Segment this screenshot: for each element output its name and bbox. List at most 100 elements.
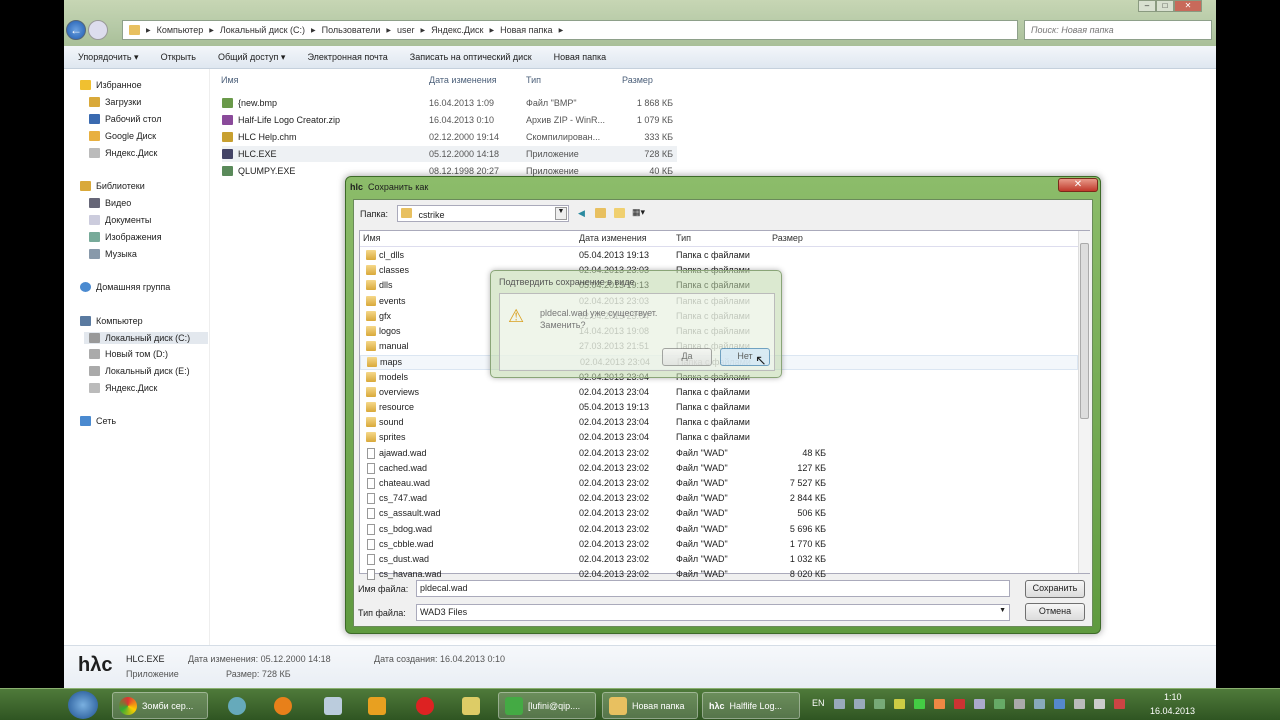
new-folder-button[interactable]: Новая папка bbox=[554, 52, 606, 62]
taskbar-firefox[interactable] bbox=[268, 692, 292, 719]
list-row[interactable]: cs_747.wad 02.04.2013 23:02 Файл "WAD" 2… bbox=[360, 492, 1078, 507]
row-type: Файл "WAD" bbox=[676, 478, 728, 488]
back-icon[interactable]: ◀ bbox=[578, 208, 585, 219]
email-button[interactable]: Электронная почта bbox=[307, 52, 387, 62]
nav-item[interactable]: Изображения bbox=[89, 232, 162, 242]
hlc-icon: hλc bbox=[709, 700, 725, 711]
folder-select[interactable]: cstrike ▼ bbox=[397, 205, 569, 222]
row-size: 506 КБ bbox=[797, 508, 826, 519]
nav-item[interactable]: Документы bbox=[89, 215, 151, 225]
up-folder-icon[interactable] bbox=[595, 208, 606, 218]
vertical-scrollbar[interactable] bbox=[1078, 231, 1090, 573]
nav-item[interactable]: Яндекс.Диск bbox=[89, 383, 157, 393]
organize-button[interactable]: Упорядочить ▾ bbox=[78, 52, 139, 63]
burn-button[interactable]: Записать на оптический диск bbox=[410, 52, 532, 62]
breadcrumb-item[interactable]: Яндекс.Диск bbox=[431, 25, 483, 35]
taskbar-opera[interactable] bbox=[410, 692, 434, 719]
system-tray[interactable] bbox=[834, 699, 1144, 711]
breadcrumb-item[interactable]: user bbox=[397, 25, 415, 35]
start-button[interactable] bbox=[68, 691, 98, 719]
taskbar-explorer[interactable]: Новая папка bbox=[602, 692, 698, 719]
address-bar[interactable]: ▶ Компьютер ▶ Локальный диск (C:) ▶ Пользов… bbox=[122, 20, 1018, 40]
cancel-button[interactable]: Отмена bbox=[1025, 603, 1085, 621]
search-input[interactable]: Поиск: Новая папка bbox=[1024, 20, 1212, 40]
view-menu-icon[interactable]: ▦▾ bbox=[632, 207, 645, 218]
detail-type: Приложение bbox=[126, 669, 179, 679]
list-row[interactable]: overviews 02.04.2013 23:04 Папка с файла… bbox=[360, 386, 1078, 401]
chevron-down-icon[interactable]: ▼ bbox=[555, 207, 567, 220]
taskbar-hlc[interactable]: hλc Halflife Log... bbox=[702, 692, 800, 719]
list-row[interactable]: chateau.wad 02.04.2013 23:02 Файл "WAD" … bbox=[360, 477, 1078, 492]
taskbar-outlook[interactable] bbox=[362, 692, 386, 719]
row-name: events bbox=[379, 295, 406, 306]
nav-item[interactable]: Google Диск bbox=[89, 131, 156, 141]
yes-button[interactable]: Да bbox=[662, 348, 712, 366]
taskbar-chrome[interactable]: Зомби сер... bbox=[112, 692, 208, 719]
taskbar-calculator[interactable] bbox=[318, 692, 342, 719]
nav-item-selected[interactable]: Локальный диск (C:) bbox=[84, 332, 208, 344]
nav-libraries[interactable]: Библиотеки bbox=[80, 181, 145, 191]
nav-item[interactable]: Локальный диск (E:) bbox=[89, 366, 190, 376]
column-type[interactable]: Тип bbox=[676, 233, 691, 243]
forward-button[interactable] bbox=[88, 20, 108, 40]
list-row[interactable]: cs_dust.wad 02.04.2013 23:02 Файл "WAD" … bbox=[360, 553, 1078, 568]
list-row[interactable]: sound 02.04.2013 23:04 Папка с файлами bbox=[360, 416, 1078, 431]
list-row[interactable]: cs_bdog.wad 02.04.2013 23:02 Файл "WAD" … bbox=[360, 523, 1078, 538]
scrollbar-thumb[interactable] bbox=[1080, 243, 1089, 419]
list-row[interactable]: cs_cbble.wad 02.04.2013 23:02 Файл "WAD"… bbox=[360, 538, 1078, 553]
file-row[interactable]: HLC.EXE 05.12.2000 14:18 Приложение 728 … bbox=[222, 146, 677, 162]
taskbar-qip[interactable]: [lufini@qip.... bbox=[498, 692, 596, 719]
nav-item[interactable]: Рабочий стол bbox=[89, 114, 162, 124]
open-button[interactable]: Открыть bbox=[161, 52, 196, 62]
nav-homegroup[interactable]: Домашняя группа bbox=[80, 282, 170, 292]
breadcrumb-item[interactable]: Локальный диск (C:) bbox=[220, 25, 305, 35]
column-date[interactable]: Дата изменения bbox=[579, 233, 647, 243]
clock-time[interactable]: 1:10 bbox=[1164, 692, 1182, 702]
column-type[interactable]: Тип bbox=[526, 75, 541, 85]
save-button[interactable]: Сохранить bbox=[1025, 580, 1085, 598]
close-button[interactable]: ✕ bbox=[1174, 0, 1202, 12]
list-row[interactable]: ajawad.wad 02.04.2013 23:02 Файл "WAD" 4… bbox=[360, 447, 1078, 462]
nav-network[interactable]: Сеть bbox=[80, 416, 116, 426]
nav-item[interactable]: Музыка bbox=[89, 249, 137, 259]
folder-label: Папка: bbox=[360, 209, 388, 219]
nav-item[interactable]: Новый том (D:) bbox=[89, 349, 168, 359]
taskbar-safari[interactable] bbox=[222, 692, 246, 719]
breadcrumb-item[interactable]: Пользователи bbox=[322, 25, 381, 35]
breadcrumb-item[interactable]: Новая папка bbox=[500, 25, 552, 35]
column-size[interactable]: Размер bbox=[772, 233, 803, 243]
column-size[interactable]: Размер bbox=[622, 75, 653, 85]
nav-favorites[interactable]: Избранное bbox=[80, 80, 142, 90]
qip-icon bbox=[505, 696, 523, 715]
new-folder-icon[interactable] bbox=[614, 208, 625, 218]
list-row[interactable]: cached.wad 02.04.2013 23:02 Файл "WAD" 1… bbox=[360, 462, 1078, 477]
file-row[interactable]: Half-Life Logo Creator.zip 16.04.2013 0:… bbox=[222, 112, 677, 128]
column-name[interactable]: Имя bbox=[221, 75, 239, 85]
details-pane: hλc HLC.EXE Приложение Дата изменения: 0… bbox=[64, 645, 1216, 688]
column-date[interactable]: Дата изменения bbox=[429, 75, 497, 85]
file-row[interactable]: HLC Help.chm 02.12.2000 19:14 Скомпилиро… bbox=[222, 129, 677, 145]
nav-item[interactable]: Загрузки bbox=[89, 97, 141, 107]
language-indicator[interactable]: EN bbox=[812, 698, 825, 708]
clock-date[interactable]: 16.04.2013 bbox=[1150, 706, 1195, 716]
taskbar-notes[interactable] bbox=[456, 692, 480, 719]
breadcrumb-item[interactable]: Компьютер bbox=[157, 25, 204, 35]
filetype-select[interactable]: WAD3 Files ▼ bbox=[416, 604, 1010, 621]
list-row[interactable]: sprites 02.04.2013 23:04 Папка с файлами bbox=[360, 431, 1078, 446]
outlook-icon bbox=[368, 696, 386, 715]
file-row[interactable]: {new.bmp 16.04.2013 1:09 Файл "BMP" 1 86… bbox=[222, 95, 677, 111]
nav-item[interactable]: Видео bbox=[89, 198, 131, 208]
list-row[interactable]: cl_dlls 05.04.2013 19:13 Папка с файлами bbox=[360, 249, 1078, 264]
list-row[interactable]: resource 05.04.2013 19:13 Папка с файлам… bbox=[360, 401, 1078, 416]
nav-computer[interactable]: Компьютер bbox=[80, 316, 143, 326]
minimize-button[interactable]: – bbox=[1138, 0, 1156, 12]
share-button[interactable]: Общий доступ ▾ bbox=[218, 52, 286, 63]
maximize-button[interactable]: □ bbox=[1156, 0, 1174, 12]
column-name[interactable]: Имя bbox=[363, 233, 381, 243]
row-name: cl_dlls bbox=[379, 250, 405, 260]
dialog-close-button[interactable]: ✕ bbox=[1058, 178, 1098, 192]
filename-input[interactable]: pldecal.wad bbox=[416, 580, 1010, 597]
nav-item[interactable]: Яндекс.Диск bbox=[89, 148, 157, 158]
list-row[interactable]: cs_assault.wad 02.04.2013 23:02 Файл "WA… bbox=[360, 507, 1078, 522]
back-button[interactable]: ← bbox=[66, 20, 86, 40]
